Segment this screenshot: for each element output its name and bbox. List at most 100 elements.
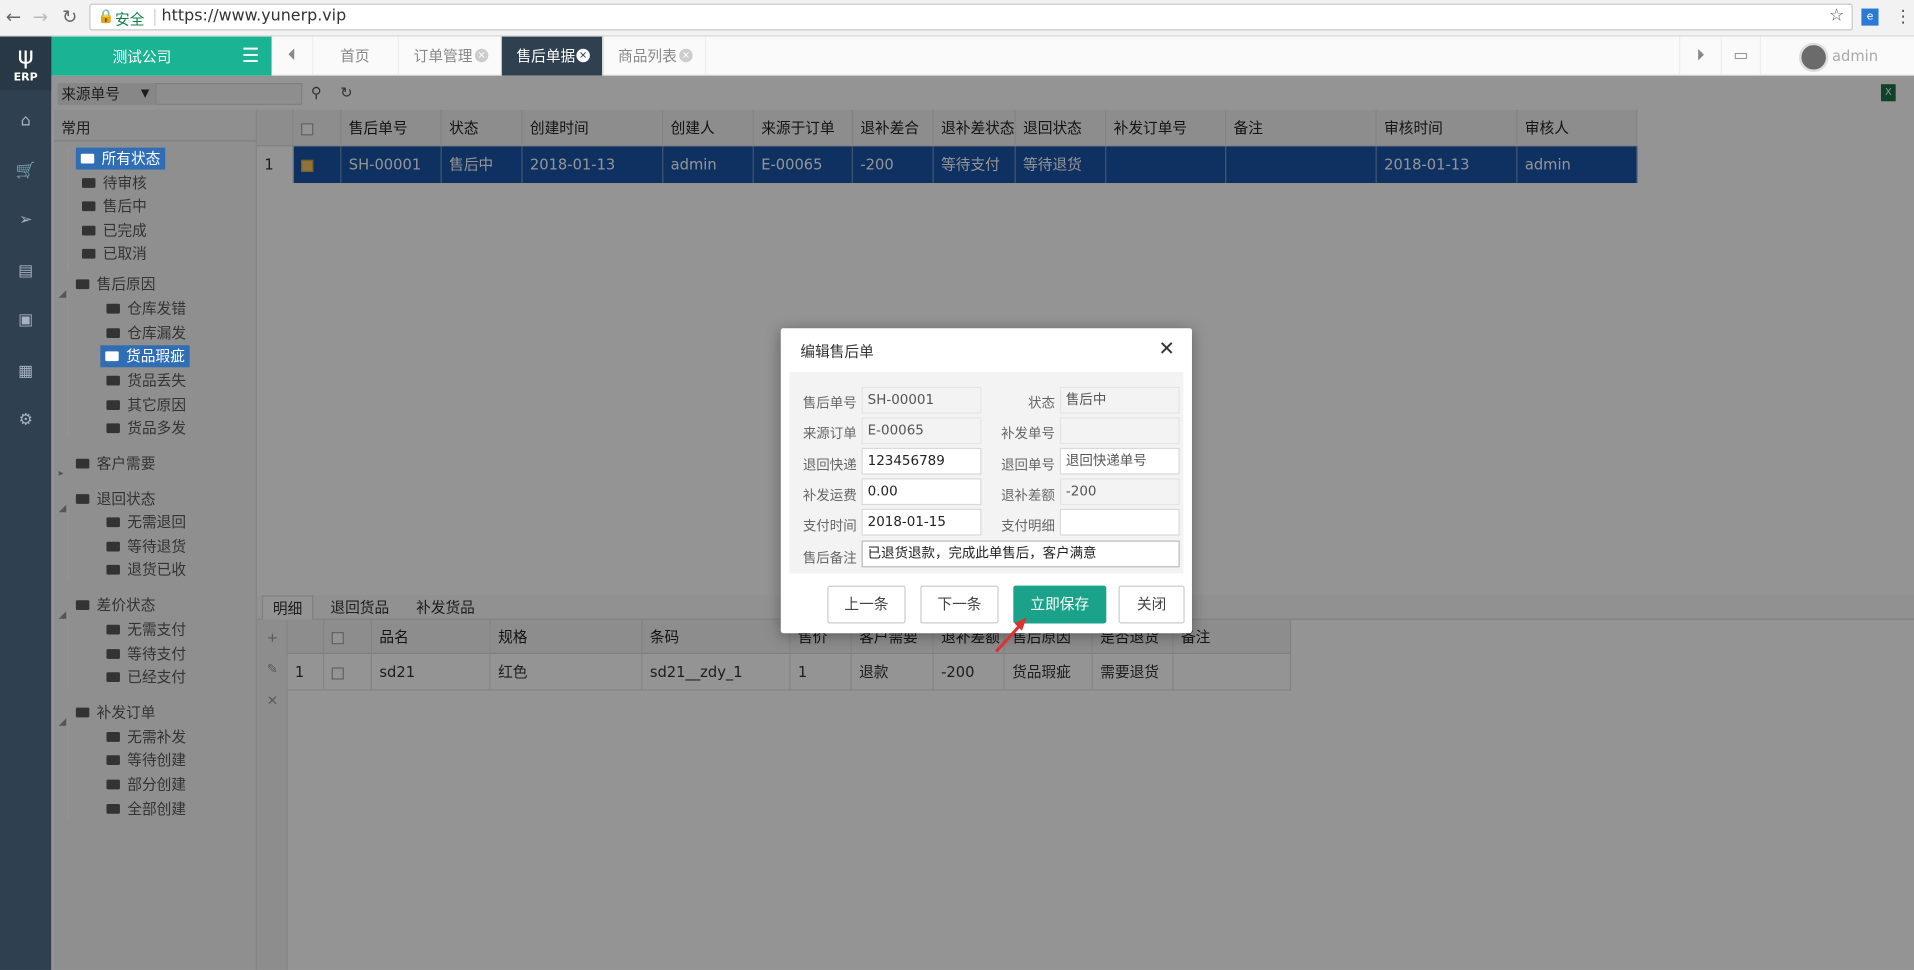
tree-child-label: 货品瑕疵 — [126, 347, 185, 365]
bookmark-star-icon[interactable]: ☆ — [1829, 6, 1844, 26]
return-express-label: 退回快递 — [802, 457, 857, 474]
tree-node-label: 退回状态 — [96, 490, 156, 508]
next-button[interactable]: 下一条 — [920, 585, 999, 624]
tree-child-item[interactable]: 无需退回 — [106, 511, 186, 533]
tree-child-item[interactable]: 货品瑕疵 — [100, 345, 190, 368]
reissue-no-label: 补发单号 — [1001, 425, 1055, 442]
tree-child-label: 仓库漏发 — [127, 324, 187, 342]
tree-child-item[interactable]: 等待退货 — [106, 536, 186, 558]
pay-detail-input[interactable] — [1059, 508, 1180, 536]
close-tab-icon[interactable]: ✕ — [474, 48, 489, 63]
return-express-input[interactable]: 123456789 — [861, 447, 982, 475]
tree-guide-line — [67, 292, 69, 437]
home-icon[interactable]: ⌂ — [0, 110, 51, 134]
tree-child-item[interactable]: 等待支付 — [106, 643, 186, 665]
tree-child-label: 等待退货 — [127, 538, 187, 556]
tree-child-item[interactable]: 仓库发错 — [106, 298, 186, 320]
back-icon[interactable]: ← — [2, 6, 24, 28]
tab-label: 售后单据 — [516, 47, 576, 65]
tabs-scroll-left-icon[interactable]: ⏴ — [272, 36, 314, 76]
reload-icon[interactable]: ↻ — [59, 6, 81, 28]
tree-child-item[interactable]: 已取消 — [81, 243, 147, 265]
tree-toggle-icon[interactable]: ▸ — [59, 468, 69, 479]
remark-input[interactable]: 已退货退款，完成此单售后，客户满意 — [861, 540, 1180, 568]
folder-icon — [80, 153, 95, 163]
tree-node-0[interactable]: 所有状态 — [75, 147, 166, 170]
tree-child-label: 已取消 — [102, 245, 147, 263]
dialog-title: 编辑售后单 — [800, 342, 874, 360]
tab-product-list[interactable]: 商品列表 ✕ — [603, 36, 707, 76]
secure-label: 安全 — [115, 10, 145, 29]
tree-node-label: 差价状态 — [96, 596, 156, 614]
tree-child-item[interactable]: 已经支付 — [106, 666, 186, 688]
tab-home[interactable]: 首页 — [326, 36, 399, 76]
tree-node-5[interactable]: 补发订单 — [75, 702, 155, 724]
tree-child-item[interactable]: 其它原因 — [106, 394, 186, 416]
folder-icon — [106, 399, 120, 410]
tree-child-item[interactable]: 无需支付 — [106, 619, 186, 641]
remark-label: 售后备注 — [802, 550, 857, 567]
tree-child-item[interactable]: 待审核 — [81, 172, 147, 194]
address-bar[interactable]: 🔒 安全 https://www.yunerp.vip ☆ — [89, 3, 1853, 31]
tree-child-item[interactable]: 仓库漏发 — [106, 322, 186, 344]
folder-icon — [106, 779, 120, 789]
username[interactable]: admin — [1832, 48, 1878, 65]
tab-after-sales[interactable]: 售后单据 ✕ — [501, 36, 604, 76]
freight-label: 补发运费 — [802, 488, 857, 504]
clipboard-icon[interactable]: ▤ — [0, 260, 51, 284]
tree-child-label: 其它原因 — [127, 396, 187, 414]
diff-field: -200 — [1059, 478, 1180, 506]
tree-node-4[interactable]: 差价状态 — [75, 594, 156, 616]
cart-icon[interactable]: 🛒 — [0, 160, 51, 184]
return-no-input[interactable]: 退回快递单号 — [1059, 447, 1180, 475]
pay-time-input[interactable]: 2018-01-15 — [861, 508, 982, 536]
tab-order-management[interactable]: 订单管理 ✕ — [399, 36, 502, 76]
folder-icon — [106, 671, 120, 682]
tab-bar: ⏴ 首页 订单管理 ✕ 售后单据 ✕ 商品列表 ✕ ⏵ ▭ — [271, 36, 1914, 76]
annotation-arrow-icon — [995, 617, 1027, 653]
tree-child-item[interactable]: 货品丢失 — [106, 370, 186, 392]
tree-node-label: 客户需要 — [96, 455, 156, 473]
close-tab-icon[interactable]: ✕ — [576, 48, 590, 63]
tree-child-item[interactable]: 已完成 — [81, 220, 147, 242]
tree-node-1[interactable]: 售后原因 — [75, 273, 155, 295]
tab-label: 首页 — [340, 47, 370, 65]
tree-child-item[interactable]: 等待创建 — [106, 749, 186, 771]
tree-child-item[interactable]: 全部创建 — [106, 798, 186, 820]
tree-child-label: 退货已收 — [127, 561, 187, 579]
browser-menu-icon[interactable]: ⋮ — [1894, 5, 1911, 29]
close-button[interactable]: 关闭 — [1118, 585, 1185, 624]
status-label: 状态 — [1027, 395, 1055, 412]
close-tab-icon[interactable]: ✕ — [679, 48, 693, 63]
tree-guide-line — [67, 507, 69, 581]
tag-icon[interactable]: ➢ — [0, 209, 51, 233]
close-icon[interactable]: ✕ — [1158, 337, 1174, 360]
tree-node-label: 所有状态 — [101, 150, 161, 168]
forward-icon[interactable]: → — [29, 6, 51, 28]
gear-icon[interactable]: ⚙ — [0, 409, 51, 433]
tree-child-item[interactable]: 货品多发 — [106, 417, 186, 439]
tree-child-label: 售后中 — [102, 197, 147, 215]
tree-node-3[interactable]: 退回状态 — [75, 488, 156, 510]
extension-icon[interactable]: e — [1861, 8, 1879, 26]
source-order-label: 来源订单 — [802, 425, 857, 442]
fullscreen-icon[interactable]: ▭ — [1720, 36, 1760, 76]
folder-icon — [106, 541, 120, 551]
tree-child-item[interactable]: 部分创建 — [106, 774, 186, 796]
freight-input[interactable]: 0.00 — [861, 478, 982, 506]
tree-node-2[interactable]: 客户需要 — [75, 453, 156, 475]
sh-no-field: SH-00001 — [861, 386, 982, 414]
tree-child-label: 等待创建 — [127, 751, 187, 769]
hamburger-menu-icon[interactable]: ☰ — [242, 44, 260, 67]
pay-time-label: 支付时间 — [802, 518, 857, 535]
tree-child-label: 部分创建 — [127, 775, 187, 794]
tree-child-item[interactable]: 退货已收 — [106, 559, 186, 581]
tabs-scroll-right-icon[interactable]: ⏵ — [1679, 36, 1721, 76]
chart-icon[interactable]: ▦ — [0, 360, 51, 384]
tree-child-item[interactable]: 售后中 — [81, 195, 147, 217]
bank-icon[interactable]: ▣ — [0, 309, 51, 333]
prev-button[interactable]: 上一条 — [827, 585, 906, 624]
url-text[interactable]: https://www.yunerp.vip — [162, 7, 347, 25]
avatar[interactable] — [1798, 42, 1829, 72]
tree-child-item[interactable]: 无需补发 — [106, 726, 186, 748]
